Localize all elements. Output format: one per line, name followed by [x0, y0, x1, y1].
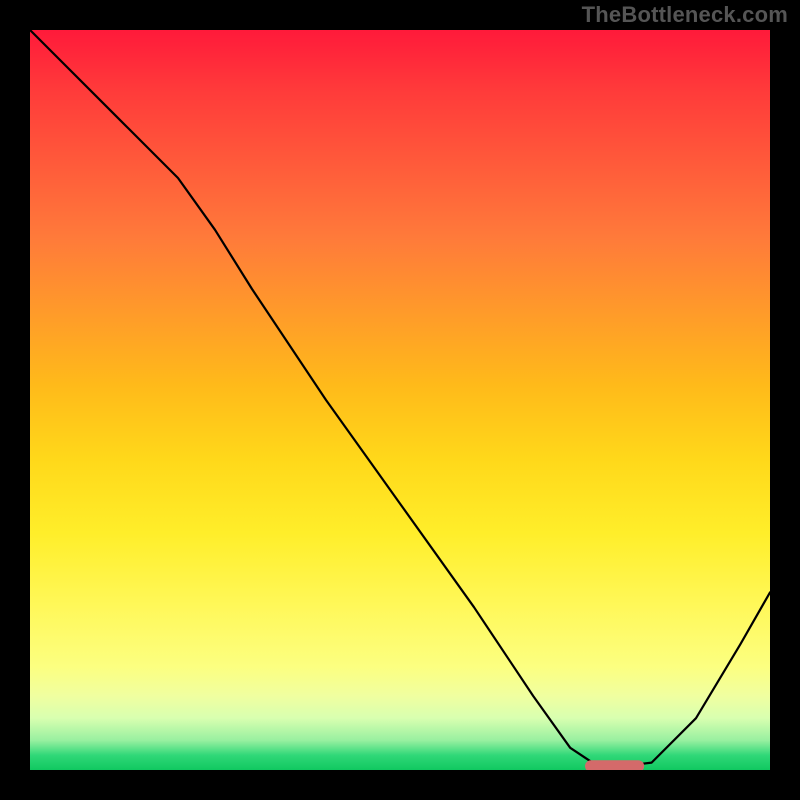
optimal-range-marker [585, 760, 644, 770]
watermark-text: TheBottleneck.com [582, 2, 788, 28]
chart-container: TheBottleneck.com [0, 0, 800, 800]
bottleneck-curve [30, 30, 770, 766]
plot-area [30, 30, 770, 770]
chart-svg [30, 30, 770, 770]
